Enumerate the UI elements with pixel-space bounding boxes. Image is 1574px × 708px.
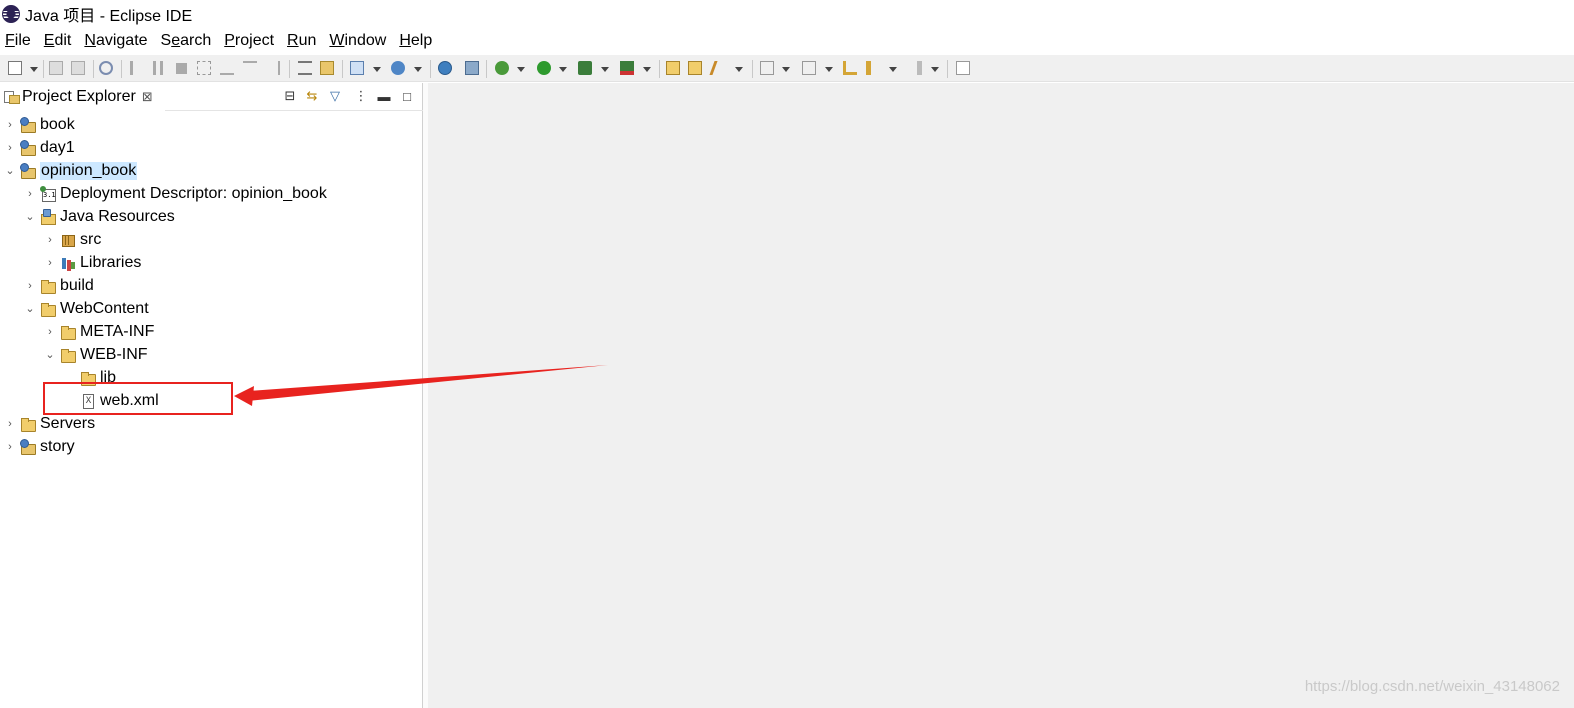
arrow-shaft xyxy=(248,365,608,401)
watermark-text: https://blog.csdn.net/weixin_43148062 xyxy=(1304,678,1560,695)
arrow-head xyxy=(234,386,254,406)
annotation-arrow xyxy=(234,365,608,406)
